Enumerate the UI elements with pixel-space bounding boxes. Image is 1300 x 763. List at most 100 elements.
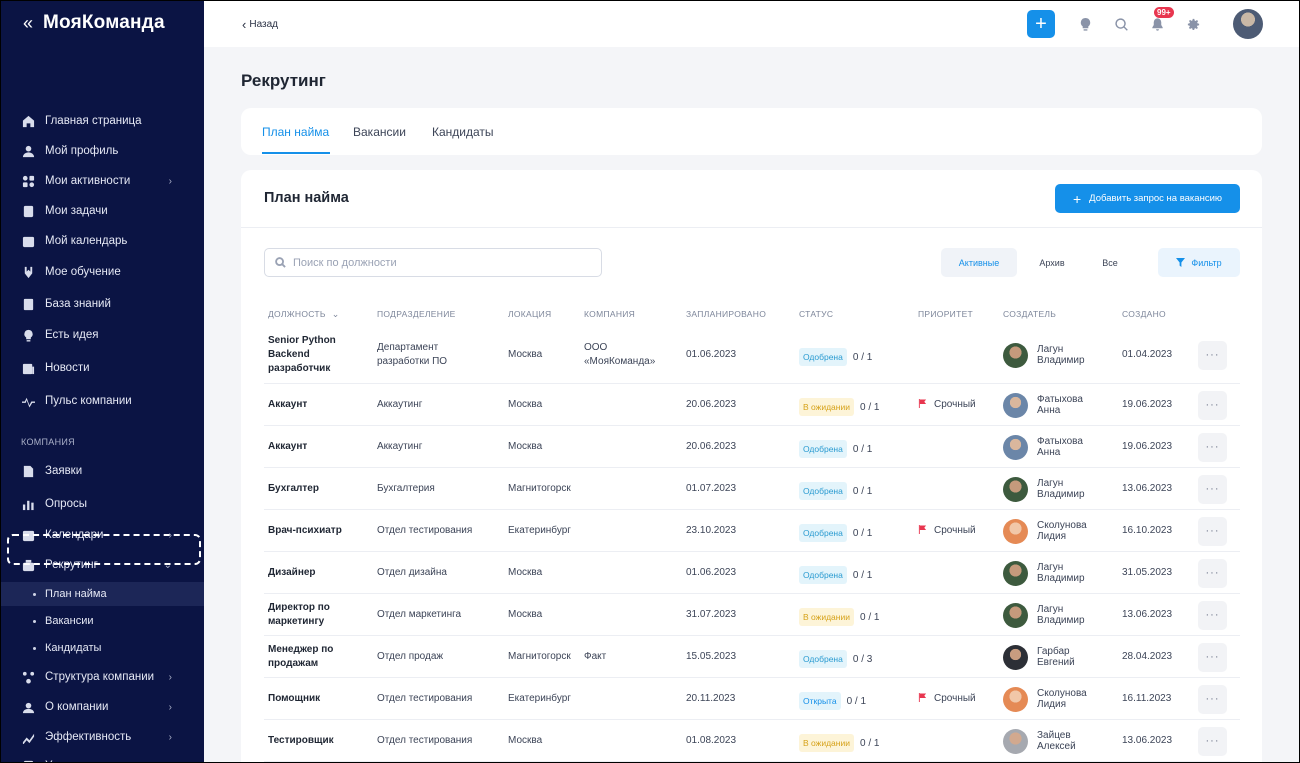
- table-row[interactable]: Помощник Отдел тестирования Екатеринбург 20…: [264, 678, 1240, 720]
- table-row[interactable]: Директор по маркетингу Отдел маркетинга Мо…: [264, 594, 1240, 636]
- create-button[interactable]: +: [1027, 10, 1055, 38]
- back-link[interactable]: ‹ Назад: [242, 17, 278, 32]
- avatar[interactable]: [1003, 686, 1028, 712]
- sort-chevron-down-icon[interactable]: ⌄: [332, 309, 340, 319]
- user-avatar[interactable]: [1233, 9, 1263, 39]
- add-vacancy-request-button[interactable]: + Добавить запрос на вакансию: [1055, 184, 1240, 213]
- position-cell[interactable]: Senior Python Backend разработчик: [268, 334, 358, 376]
- table-row[interactable]: Senior Python Backend разработчик Департа…: [264, 326, 1240, 384]
- position-cell[interactable]: Директор по маркетингу: [268, 601, 358, 629]
- creator-name: Лагун Владимир: [1037, 344, 1085, 366]
- avatar[interactable]: [1003, 602, 1028, 628]
- table-row[interactable]: Бухгалтер Бухгалтерия Магнитогорск 01.07.20…: [264, 468, 1240, 510]
- sidebar-item[interactable]: Рекрутинг ⌄: [1, 552, 204, 578]
- gear-icon[interactable]: [1180, 11, 1206, 37]
- row-actions-button[interactable]: ···: [1198, 390, 1227, 420]
- row-actions-button[interactable]: ···: [1198, 642, 1227, 672]
- row-actions-button[interactable]: ···: [1198, 516, 1227, 546]
- row-actions-button[interactable]: ···: [1198, 684, 1227, 714]
- table-row[interactable]: Аккаунт Аккаутинг Москва 20.06.2023 Одобрена…: [264, 426, 1240, 468]
- tab-vacancies[interactable]: Вакансии: [353, 125, 406, 139]
- filter-all[interactable]: Все: [1087, 248, 1133, 277]
- position-cell[interactable]: Аккаунт: [268, 398, 358, 412]
- search-field[interactable]: [264, 248, 602, 277]
- creator-name: Лагун Владимир: [1037, 604, 1085, 626]
- sidebar-item[interactable]: Пульс компании: [1, 388, 204, 414]
- sidebar-item[interactable]: Заявки: [1, 458, 204, 484]
- sidebar-item[interactable]: Мои задачи: [1, 198, 204, 224]
- row-actions-button[interactable]: ···: [1198, 474, 1227, 504]
- avatar[interactable]: [1003, 392, 1028, 418]
- column-header-label: ЗАПЛАНИРОВАНО: [686, 309, 767, 319]
- filter-archive[interactable]: Архив: [1021, 248, 1083, 277]
- table-row[interactable]: Тестировщик Отдел тестирования Москва 01.08…: [264, 720, 1240, 762]
- table-row[interactable]: Менеджер по продажам Отдел продаж Магнитог…: [264, 636, 1240, 678]
- table-row[interactable]: Аккаунт Аккаутинг Москва 20.06.2023 В ожидан…: [264, 384, 1240, 426]
- hired-count: 0 / 1: [859, 612, 880, 623]
- sidebar-item[interactable]: Есть идея: [1, 322, 204, 348]
- row-actions-button[interactable]: ···: [1198, 340, 1227, 370]
- creator-cell: Зайцев Алексей: [1003, 728, 1107, 754]
- position-cell[interactable]: Бухгалтер: [268, 482, 358, 496]
- position-cell[interactable]: Менеджер по продажам: [268, 643, 358, 671]
- status-badge: Одобрена: [799, 566, 847, 584]
- column-header[interactable]: ДОЛЖНОСТЬ ⌄: [268, 309, 340, 320]
- sidebar-item[interactable]: Мой профиль: [1, 138, 204, 164]
- position-cell[interactable]: Дизайнер: [268, 566, 358, 580]
- sidebar-item[interactable]: Опросы: [1, 491, 204, 517]
- planned-date-cell: 20.06.2023: [686, 441, 737, 452]
- filter-active[interactable]: Активные: [941, 248, 1017, 277]
- department-cell: Департамент разработки ПО: [377, 342, 448, 367]
- row-actions-button[interactable]: ···: [1198, 600, 1227, 630]
- planned-date-cell: 31.07.2023: [686, 609, 737, 620]
- collapse-sidebar-icon[interactable]: «: [23, 13, 33, 34]
- position-cell[interactable]: Тестировщик: [268, 734, 358, 748]
- avatar[interactable]: [1003, 342, 1028, 368]
- bell-icon[interactable]: 99+: [1144, 7, 1174, 37]
- location-cell: Москва: [508, 567, 543, 578]
- idea-icon[interactable]: [1072, 11, 1098, 37]
- sidebar-item[interactable]: Мой календарь: [1, 228, 204, 254]
- search-input[interactable]: [293, 256, 583, 269]
- avatar[interactable]: [1003, 560, 1028, 586]
- sidebar-item[interactable]: Календари ›: [1, 522, 204, 548]
- idea-icon: [21, 328, 35, 342]
- table-row[interactable]: Дизайнер Отдел дизайна Москва 01.06.2023 Одо…: [264, 552, 1240, 594]
- tab-hiring-plan[interactable]: План найма: [262, 125, 329, 139]
- filter-button[interactable]: Фильтр: [1158, 248, 1240, 277]
- table-row[interactable]: Врач-психиатр Отдел тестирования Екатеринб…: [264, 510, 1240, 552]
- avatar[interactable]: [1003, 476, 1028, 502]
- sidebar-item[interactable]: О компании ›: [1, 694, 204, 720]
- position-cell[interactable]: Помощник: [268, 692, 358, 706]
- sidebar-item-label: Пульс компании: [45, 395, 132, 407]
- search-icon[interactable]: [1108, 11, 1134, 37]
- sidebar-item-label: Мои задачи: [45, 205, 108, 217]
- sidebar-item[interactable]: Структура компании ›: [1, 664, 204, 690]
- position-cell[interactable]: Врач-психиатр: [268, 524, 358, 538]
- avatar[interactable]: [1003, 434, 1028, 460]
- sidebar-item[interactable]: Новости: [1, 355, 204, 381]
- avatar[interactable]: [1003, 644, 1028, 670]
- row-actions-button[interactable]: ···: [1198, 726, 1227, 756]
- position-cell[interactable]: Аккаунт: [268, 440, 358, 454]
- row-actions-button[interactable]: ···: [1198, 558, 1227, 588]
- sidebar-item-label: Мой календарь: [45, 235, 128, 247]
- sidebar-item[interactable]: Мои активности ›: [1, 168, 204, 194]
- avatar[interactable]: [1003, 728, 1028, 754]
- sidebar-subitem[interactable]: План найма: [1, 582, 204, 606]
- sidebar-item[interactable]: Эффективность ›: [1, 724, 204, 750]
- avatar[interactable]: [1003, 518, 1028, 544]
- sidebar-item[interactable]: База знаний: [1, 291, 204, 317]
- sidebar-item[interactable]: Главная страница: [1, 108, 204, 134]
- sidebar-subitem[interactable]: Кандидаты: [1, 636, 204, 660]
- sidebar-subitem[interactable]: Вакансии: [1, 609, 204, 633]
- sidebar-item[interactable]: Управление задачами: [1, 753, 204, 762]
- row-actions-button[interactable]: ···: [1198, 432, 1227, 462]
- recruiting-icon: [21, 558, 35, 572]
- sidebar-item[interactable]: Мое обучение: [1, 259, 204, 285]
- location-cell: Екатеринбург: [508, 525, 571, 536]
- app-logo[interactable]: МояКоманда: [43, 12, 165, 34]
- tab-candidates[interactable]: Кандидаты: [432, 125, 494, 139]
- planned-date-cell: 23.10.2023: [686, 525, 737, 536]
- column-header-label: СОЗДАТЕЛЬ: [1003, 309, 1057, 319]
